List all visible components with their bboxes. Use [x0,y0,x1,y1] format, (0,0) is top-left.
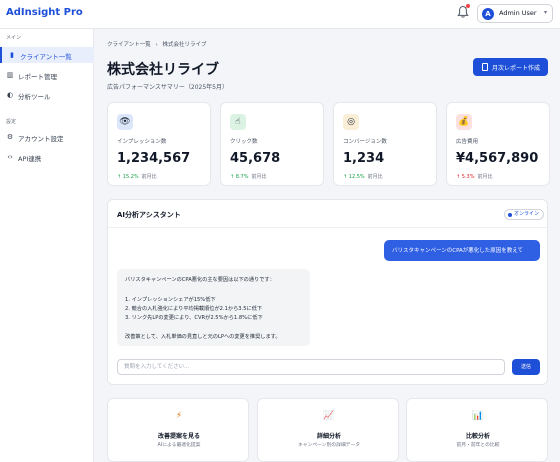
ai-message-line: 3. リンク先LPの変更により、CVRが2.5%から1.8%に低下 [125,315,263,321]
pointer-icon: ☝ [230,114,246,130]
app-logo[interactable]: AdInsight Pro [6,7,83,18]
breadcrumb-current: 株式会社リライブ [162,42,207,48]
sidebar-item-account[interactable]: ⚙ アカウント設定 [0,129,94,145]
sidebar-item-reports[interactable]: ▥ レポート管理 [0,67,94,83]
kpi-change: ↑ 15.2% 前月比 [117,173,157,180]
top-bar: AdInsight Pro A Admin User ▾ [0,0,560,29]
breadcrumb-separator: › [155,42,158,48]
sidebar: メイン ▮ クライアント一覧 ▥ レポート管理 ◐ 分析ツール 設定 ⚙ アカウ… [0,29,94,462]
sidebar-section-main: メイン [6,35,22,41]
ai-message-line: 2. 競合の入札強化により平均掲載順位が2.1から3.5に低下 [125,306,263,312]
create-monthly-report-button[interactable]: 月次レポート作成 [473,58,548,76]
building-icon: ▮ [10,51,14,59]
kpi-compare-label: 前月比 [141,174,157,180]
user-menu[interactable]: A Admin User ▾ [477,4,553,23]
kpi-compare-label: 前月比 [367,174,383,180]
quick-action-subtitle: キャンペーン別の詳細データ [297,443,361,448]
status-dot-icon [508,213,512,217]
kpi-change: ↑ 12.5% 前月比 [343,173,383,180]
kpi-label: インプレッション数 [117,139,167,145]
kpi-value: 1,234,567 [117,151,191,166]
kpi-change-value: ↑ 12.5% [343,174,365,180]
ai-message-line: 改善策として、入札単価の見直しと元のLPへの変更を推奨します。 [125,334,281,340]
kpi-value: ¥4,567,890 [456,151,539,166]
page-title: 株式会社リライブ [107,62,219,78]
chat-input[interactable] [117,359,505,375]
document-icon [482,63,488,71]
page-subtitle: 広告パフォーマンスサマリー（2025年5月） [107,84,228,91]
lightning-icon: ⚡ [175,411,183,421]
breadcrumb-link-clients[interactable]: クライアント一覧 [107,42,151,48]
user-name: Admin User [499,9,537,17]
sidebar-item-clients[interactable]: ▮ クライアント一覧 [0,47,94,63]
breadcrumb: クライアント一覧 › 株式会社リライブ [107,40,210,48]
divider [108,227,549,228]
kpi-value: 45,678 [230,151,281,166]
sidebar-item-label: API連携 [18,155,42,163]
ai-message-line: 1. インプレッションシェアが15%低下 [125,297,216,303]
target-icon: ◎ [343,114,359,130]
sidebar-item-label: レポート管理 [18,73,57,81]
quick-action-title: 詳細分析 [316,433,341,440]
user-message: バリスタキャンペーンのCPAが悪化した原因を教えて [384,240,540,261]
status-label: オンライン [514,211,540,217]
kpi-compare-label: 前月比 [251,174,267,180]
eye-icon: 👁 [117,114,133,130]
analysis-icon: ◐ [6,91,14,99]
kpi-label: コンバージョン数 [343,139,387,145]
kpi-label: クリック数 [230,139,258,145]
ai-message-line: バリスタキャンペーンのCPA悪化の主な要因は以下の通りです： [125,277,275,283]
money-bag-icon: 💰 [456,114,472,130]
code-icon: ‹› [7,153,13,161]
sidebar-item-label: 分析ツール [18,93,51,101]
sidebar-section-settings: 設定 [6,119,17,125]
kpi-card-impressions: 👁 インプレッション数 1,234,567 ↑ 15.2% 前月比 [107,102,211,186]
quick-action-comparison[interactable]: 📊 比較分析 前月・前年との比較 [406,398,548,462]
bar-chart-icon: 📊 [472,411,484,421]
quick-action-subtitle: AIによる最適化提案 [157,443,201,448]
quick-action-detailed-analysis[interactable]: 📈 詳細分析 キャンペーン別の詳細データ [257,398,399,462]
sidebar-item-label: クライアント一覧 [20,53,72,61]
sidebar-item-api[interactable]: ‹› API連携 [0,149,94,165]
kpi-card-clicks: ☝ クリック数 45,678 ↑ 8.7% 前月比 [220,102,324,186]
quick-action-title: 改善提案を見る [157,433,200,440]
kpi-change-value: ↑ 5.3% [456,174,475,180]
kpi-compare-label: 前月比 [477,174,493,180]
kpi-change-value: ↑ 8.7% [230,174,249,180]
notification-dot [466,4,470,8]
sidebar-item-label: アカウント設定 [18,135,64,143]
quick-action-subtitle: 前月・前年との比較 [456,443,500,448]
kpi-card-ad-spend: 💰 広告費用 ¥4,567,890 ↑ 5.3% 前月比 [446,102,550,186]
status-badge: オンライン [504,209,545,220]
avatar: A [482,8,494,20]
kpi-change: ↑ 5.3% 前月比 [456,173,493,180]
chat-title: AI分析アシスタント [117,211,181,219]
trend-chart-icon: 📈 [323,411,335,421]
kpi-change: ↑ 8.7% 前月比 [230,173,267,180]
quick-action-improvements[interactable]: ⚡ 改善提案を見る AIによる最適化提案 [107,398,249,462]
sidebar-item-analysis[interactable]: ◐ 分析ツール [0,87,94,103]
report-button-label: 月次レポート作成 [492,65,541,72]
ai-message: バリスタキャンペーンのCPA悪化の主な要因は以下の通りです： 1. インプレッシ… [117,269,310,346]
bar-chart-icon: ▥ [6,71,14,79]
kpi-change-value: ↑ 15.2% [117,174,139,180]
quick-action-title: 比較分析 [465,433,490,440]
kpi-value: 1,234 [343,151,385,166]
send-button[interactable]: 送信 [512,359,540,375]
gear-icon: ⚙ [6,133,14,141]
chevron-down-icon: ▾ [544,9,548,16]
kpi-label: 広告費用 [456,139,479,145]
ai-assistant-panel: AI分析アシスタント オンライン バリスタキャンペーンのCPAが悪化した原因を教… [107,199,549,385]
kpi-card-conversions: ◎ コンバージョン数 1,234 ↑ 12.5% 前月比 [333,102,437,186]
